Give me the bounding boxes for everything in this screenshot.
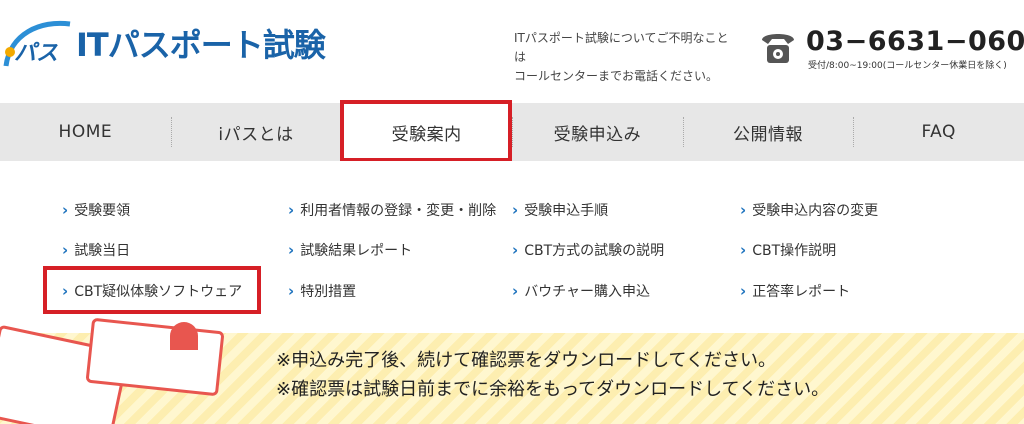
menu-link-accuracy-report[interactable]: › 正答率レポート xyxy=(740,281,850,301)
main-nav: HOME iパスとは 受験案内 受験申込み 公開情報 FAQ xyxy=(0,103,1024,161)
nav-item-faq[interactable]: FAQ xyxy=(853,103,1024,161)
svg-text:パス: パス xyxy=(14,41,58,66)
menu-link-exam-rules[interactable]: › 受験要領 xyxy=(62,200,130,220)
menu-link-application-steps[interactable]: › 受験申込手順 xyxy=(512,200,608,220)
menu-link-special-measures[interactable]: › 特別措置 xyxy=(288,281,356,301)
menu-link-cbt-operation[interactable]: › CBT操作説明 xyxy=(740,240,836,260)
phone-icon xyxy=(762,34,794,63)
chevron-right-icon: › xyxy=(62,241,69,259)
chevron-right-icon: › xyxy=(740,201,747,219)
logo-text: ITパスポート試験 xyxy=(76,26,326,64)
phone-number[interactable]: 03−6631−0608 xyxy=(806,26,1024,57)
site-header: パス ITパスポート試験 ITパスポート試験についてご不明なことは コールセンタ… xyxy=(0,0,1024,103)
nav-item-home[interactable]: HOME xyxy=(0,103,171,161)
phone-hours: 受付/8:00~19:00(コールセンター休業日を除く) xyxy=(808,61,1007,71)
chevron-right-icon: › xyxy=(740,282,747,300)
ipass-logo-icon: パス xyxy=(3,20,71,67)
chevron-right-icon: › xyxy=(740,241,747,259)
menu-link-exam-day[interactable]: › 試験当日 xyxy=(62,240,130,260)
site-logo[interactable]: パス ITパスポート試験 xyxy=(0,10,340,80)
chevron-right-icon: › xyxy=(62,201,69,219)
menu-link-voucher-purchase[interactable]: › バウチャー購入申込 xyxy=(512,281,650,301)
chevron-right-icon: › xyxy=(288,241,295,259)
menu-link-cbt-explanation[interactable]: › CBT方式の試験の説明 xyxy=(512,240,664,260)
nav-item-about-ipass[interactable]: iパスとは xyxy=(170,103,342,161)
chevron-right-icon: › xyxy=(512,241,519,259)
nav-item-exam-application[interactable]: 受験申込み xyxy=(512,103,683,161)
menu-link-user-registration[interactable]: › 利用者情報の登録・変更・削除 xyxy=(288,200,496,220)
callcenter-help-text: ITパスポート試験についてご不明なことは コールセンターまでお電話ください。 xyxy=(514,31,729,83)
chevron-right-icon: › xyxy=(512,282,519,300)
highlight-box-nav xyxy=(340,100,512,162)
chevron-right-icon: › xyxy=(288,201,295,219)
menu-link-change-application[interactable]: › 受験申込内容の変更 xyxy=(740,200,878,220)
nav-item-public-info[interactable]: 公開情報 xyxy=(682,103,854,161)
chevron-right-icon: › xyxy=(288,282,295,300)
download-notice: ※申込み完了後、続けて確認票をダウンロードしてください。 ※確認票は試験日前まで… xyxy=(276,350,830,400)
ticket-illustration-icon xyxy=(0,318,224,424)
chevron-right-icon: › xyxy=(512,201,519,219)
menu-link-result-report[interactable]: › 試験結果レポート xyxy=(288,240,412,260)
